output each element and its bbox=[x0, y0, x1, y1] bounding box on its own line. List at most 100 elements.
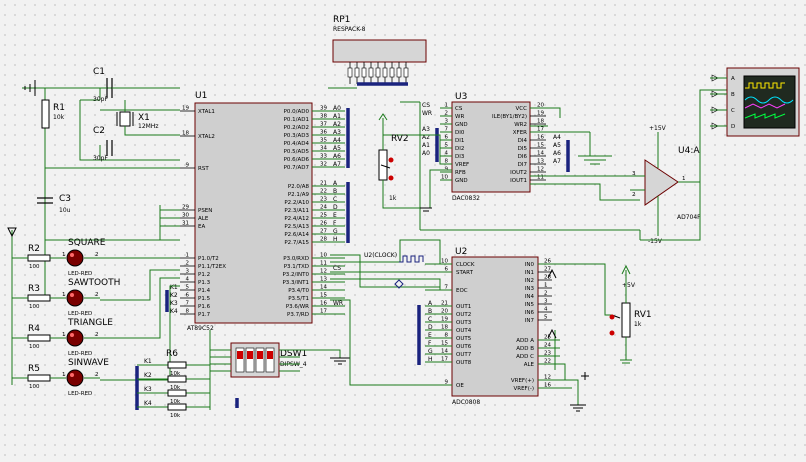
rp1-resistor-element bbox=[368, 67, 374, 78]
led-name-label: SINWAVE bbox=[68, 358, 109, 368]
u3-pin-number: 15 bbox=[537, 143, 544, 149]
u1-net-label: A0 bbox=[333, 105, 341, 112]
u1-net-label: A1 bbox=[333, 113, 341, 120]
u3-pin-number: 5 bbox=[445, 143, 449, 149]
led-bulb bbox=[66, 329, 84, 347]
u1-pin-name: P1.4 bbox=[198, 288, 211, 294]
u2-net-label: F bbox=[428, 340, 432, 347]
u3-pin-name: DI3 bbox=[455, 154, 465, 160]
u2-pin-name: CLOCK bbox=[456, 262, 475, 268]
u2-pin-number: 20 bbox=[441, 309, 448, 315]
u1-pin-number: 34 bbox=[320, 146, 327, 152]
u2-pin-name: VREF(+) bbox=[511, 378, 534, 384]
r6-net-label: K1 bbox=[144, 358, 152, 365]
u3-pin-name: ILE(BY1/BY2) bbox=[492, 114, 527, 120]
u3-net-label: A1 bbox=[422, 142, 430, 149]
dip-switch-toggle[interactable] bbox=[247, 351, 253, 359]
u2-pin-number: 2 bbox=[544, 291, 548, 297]
u1-pin-name: P2.5/A13 bbox=[284, 224, 309, 230]
u2-pin-number: 3 bbox=[544, 299, 548, 305]
u1-pin-number: 33 bbox=[320, 154, 327, 160]
u1-pin-number: 3 bbox=[186, 269, 190, 275]
u3-pin-name: DI7 bbox=[518, 162, 528, 168]
u3-net-label: A6 bbox=[553, 150, 561, 157]
led-pin-two: 2 bbox=[95, 292, 99, 298]
u1-pin-name: P1.1/T2EX bbox=[198, 264, 226, 270]
u4-vneg: -15V bbox=[648, 238, 663, 245]
u2-pin-number: 17 bbox=[441, 357, 448, 363]
led-resistor-value: 100 bbox=[29, 344, 40, 350]
u1-pin-name: XTAL1 bbox=[198, 109, 215, 115]
led-resistor-ref: R2 bbox=[28, 244, 40, 254]
u2-net-label: E bbox=[428, 332, 432, 339]
u2-pin-name: OUT5 bbox=[456, 336, 472, 342]
u1-pin-name: P2.3/A11 bbox=[284, 208, 309, 214]
u1-pin-number: 19 bbox=[182, 106, 189, 112]
dip-switch-toggle[interactable] bbox=[257, 351, 263, 359]
u1-pin-name: P1.3 bbox=[198, 280, 211, 286]
u1-pin-name: P1.7 bbox=[198, 312, 211, 318]
dip-switch-toggle[interactable] bbox=[237, 351, 243, 359]
u3-value: DAC0832 bbox=[452, 195, 480, 202]
u1-pin-name: P2.0/A8 bbox=[288, 184, 310, 190]
u1-pin-number: 18 bbox=[182, 131, 189, 137]
u2-pin-name: IN5 bbox=[525, 302, 535, 308]
u1-pin-number: 29 bbox=[182, 205, 189, 211]
rp1-resistor-element bbox=[403, 67, 409, 78]
u3-net-label: A3 bbox=[422, 126, 430, 133]
u2-pin-name: VREF(-) bbox=[514, 386, 535, 392]
u1-pin-number: 39 bbox=[320, 106, 327, 112]
u2-net-label: G bbox=[428, 348, 433, 355]
u1-pin-number: 24 bbox=[320, 205, 327, 211]
u2-net-label: H bbox=[428, 356, 433, 363]
u1-pin-number: 8 bbox=[186, 309, 190, 315]
led-resistor bbox=[27, 374, 51, 382]
u1-pin-number: 6 bbox=[186, 293, 190, 299]
led-name-label: SAWTOOTH bbox=[68, 278, 120, 288]
u3-pin-name: DI5 bbox=[518, 146, 528, 152]
grid-background bbox=[0, 0, 806, 462]
u3-pin-name: GND bbox=[455, 178, 468, 184]
u2-pin-name: ALE bbox=[524, 362, 535, 368]
u1-net-label: WR bbox=[333, 300, 343, 307]
u2-pin-name: OUT2 bbox=[456, 312, 471, 318]
r6-ref: R6 bbox=[166, 349, 178, 359]
led-resistor bbox=[27, 254, 51, 262]
led-name-label: SQUARE bbox=[68, 238, 106, 248]
u1-pin-name: P1.2 bbox=[198, 272, 210, 278]
u1-net-label: K3 bbox=[170, 300, 178, 307]
u1-pin-name: P0.4/AD4 bbox=[284, 141, 310, 147]
led-pin-one: 1 bbox=[62, 332, 66, 338]
rp1-resistor-element bbox=[389, 67, 395, 78]
r1-resistor[interactable] bbox=[41, 99, 50, 129]
dip-switch-toggle[interactable] bbox=[267, 351, 273, 359]
u2-net-label: C bbox=[428, 316, 432, 323]
u1-pin-number: 26 bbox=[320, 221, 327, 227]
u1-pin-number: 7 bbox=[186, 301, 190, 307]
u1-pin-number: 9 bbox=[186, 163, 190, 169]
rv1-ref: RV1 bbox=[634, 310, 652, 320]
u3-pin-name: VREF bbox=[455, 162, 469, 168]
u1-pin-name: P3.0/RXD bbox=[283, 256, 309, 262]
u2-pin-name: OUT6 bbox=[456, 344, 472, 350]
u1-pin-number: 21 bbox=[320, 181, 327, 187]
u4-pin-minus: 2 bbox=[632, 192, 636, 198]
u1-pin-number: 15 bbox=[320, 293, 327, 299]
r6-net-label: K3 bbox=[144, 386, 152, 393]
u1-net-label: E bbox=[333, 212, 337, 219]
led-resistor-value: 100 bbox=[29, 264, 40, 270]
led-resistor-value: 100 bbox=[29, 304, 40, 310]
u2-ref: U2 bbox=[455, 247, 467, 257]
led-pin-two: 2 bbox=[95, 332, 99, 338]
u3-pin-name: WR bbox=[455, 114, 464, 120]
u4-ref: U4:A bbox=[678, 146, 700, 156]
rv2-ref: RV2 bbox=[391, 134, 409, 144]
u1-net-label: A6 bbox=[333, 153, 341, 160]
led-name-label: TRIANGLE bbox=[67, 318, 113, 328]
scope-channel-label: C bbox=[731, 108, 735, 114]
led-pin-two: 2 bbox=[95, 372, 99, 378]
rp1-resistor-element bbox=[361, 67, 367, 78]
u1-pin-name: P3.6/WR bbox=[286, 304, 309, 310]
u3-pin-number: 6 bbox=[445, 135, 449, 141]
rv1-value: 1k bbox=[634, 321, 642, 328]
